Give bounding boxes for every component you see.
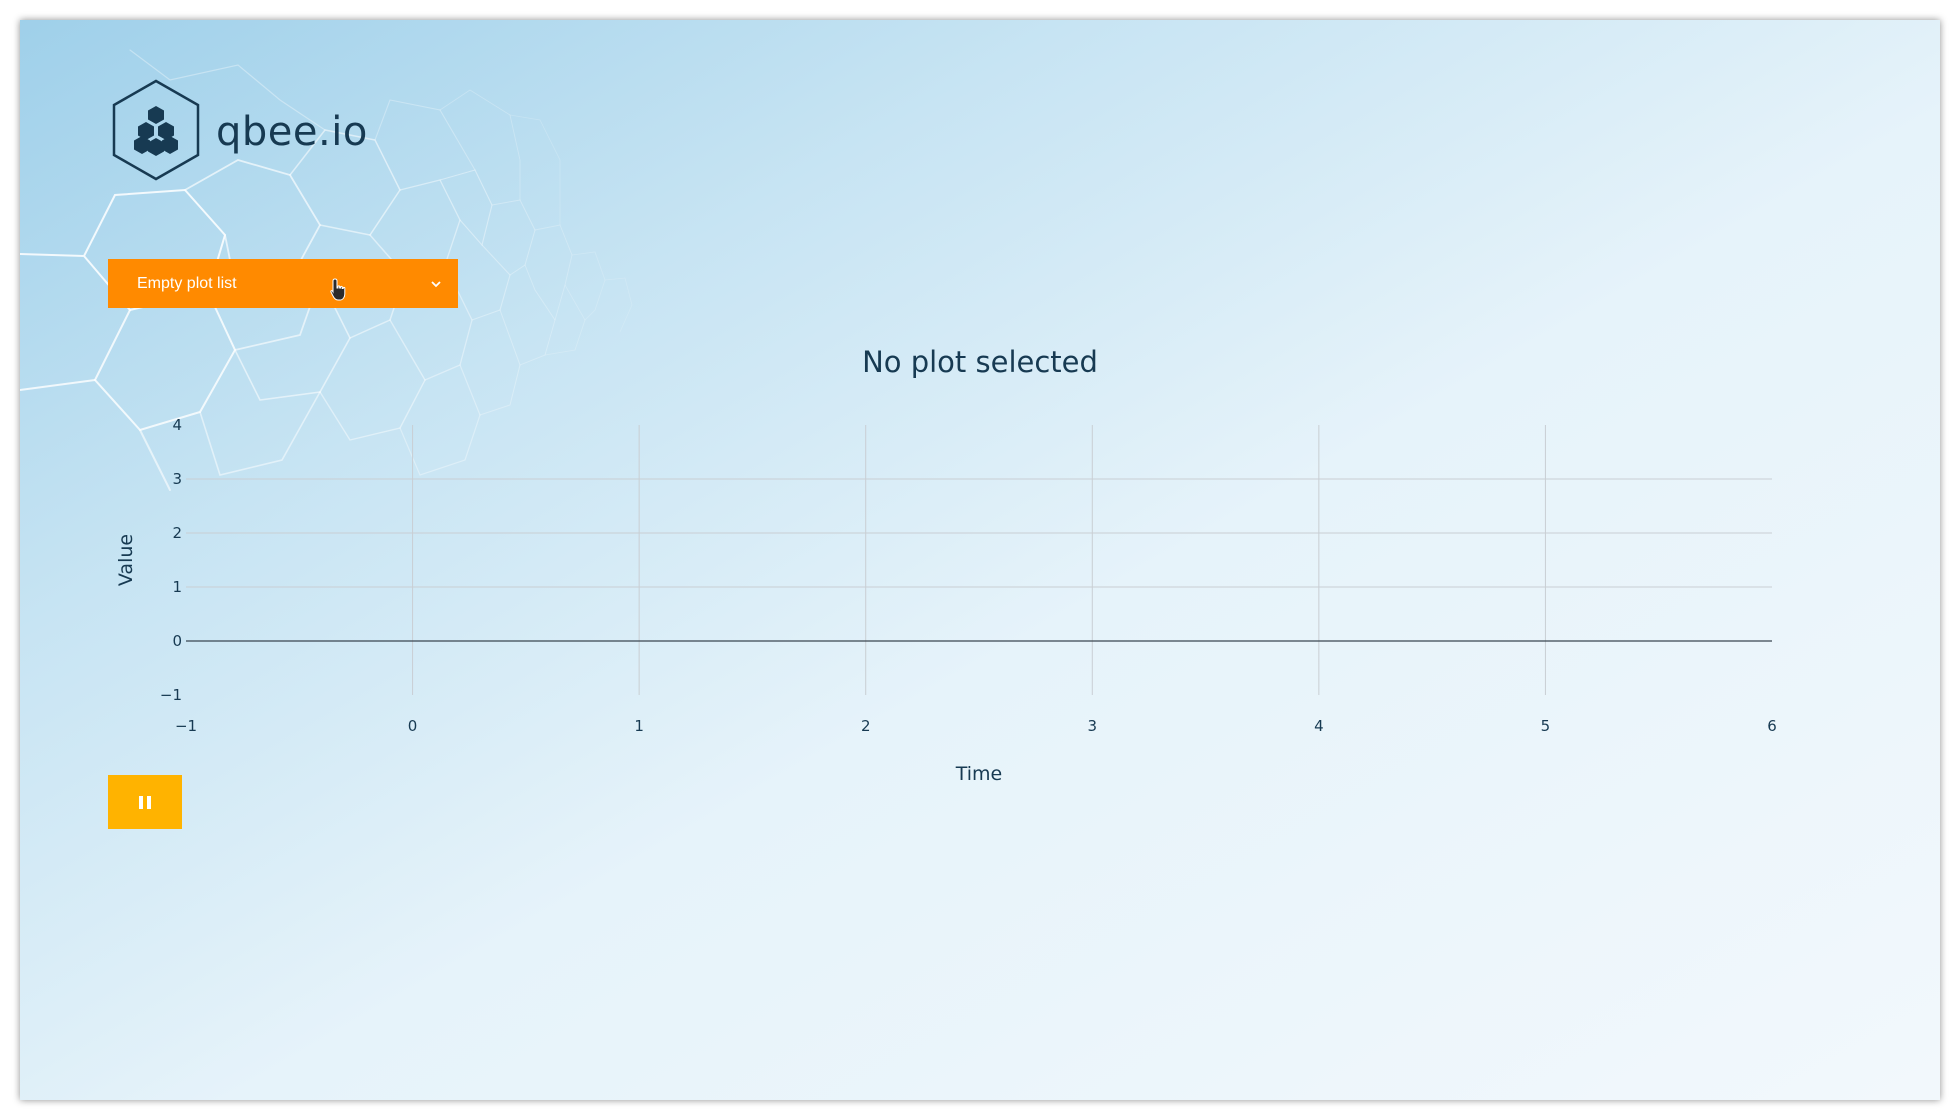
y-tick-label: 0 xyxy=(172,632,182,650)
x-tick-label: 3 xyxy=(1088,717,1098,735)
y-axis-title: Value xyxy=(115,534,137,586)
mouse-cursor-hand-icon xyxy=(330,278,350,306)
x-tick-label: 4 xyxy=(1314,717,1324,735)
y-tick-label: 3 xyxy=(172,470,182,488)
y-tick-label: 2 xyxy=(172,524,182,542)
x-tick-label: 2 xyxy=(861,717,871,735)
y-tick-label: 4 xyxy=(172,416,182,434)
plot-chart[interactable]: −1 0 1 2 3 4 5 6 −1 0 1 2 3 4 Time Value xyxy=(20,20,1940,820)
x-axis-title: Time xyxy=(955,763,1003,785)
y-tick-label: −1 xyxy=(160,686,182,704)
x-tick-label: 6 xyxy=(1767,717,1777,735)
app-window: qbee.io Empty plot list No plot selected… xyxy=(20,20,1940,1100)
x-tick-label: 5 xyxy=(1541,717,1551,735)
pause-icon xyxy=(137,795,153,809)
x-tick-label: −1 xyxy=(175,717,197,735)
x-tick-label: 1 xyxy=(634,717,644,735)
pause-button[interactable] xyxy=(108,775,182,829)
y-tick-label: 1 xyxy=(172,578,182,596)
x-tick-label: 0 xyxy=(408,717,418,735)
